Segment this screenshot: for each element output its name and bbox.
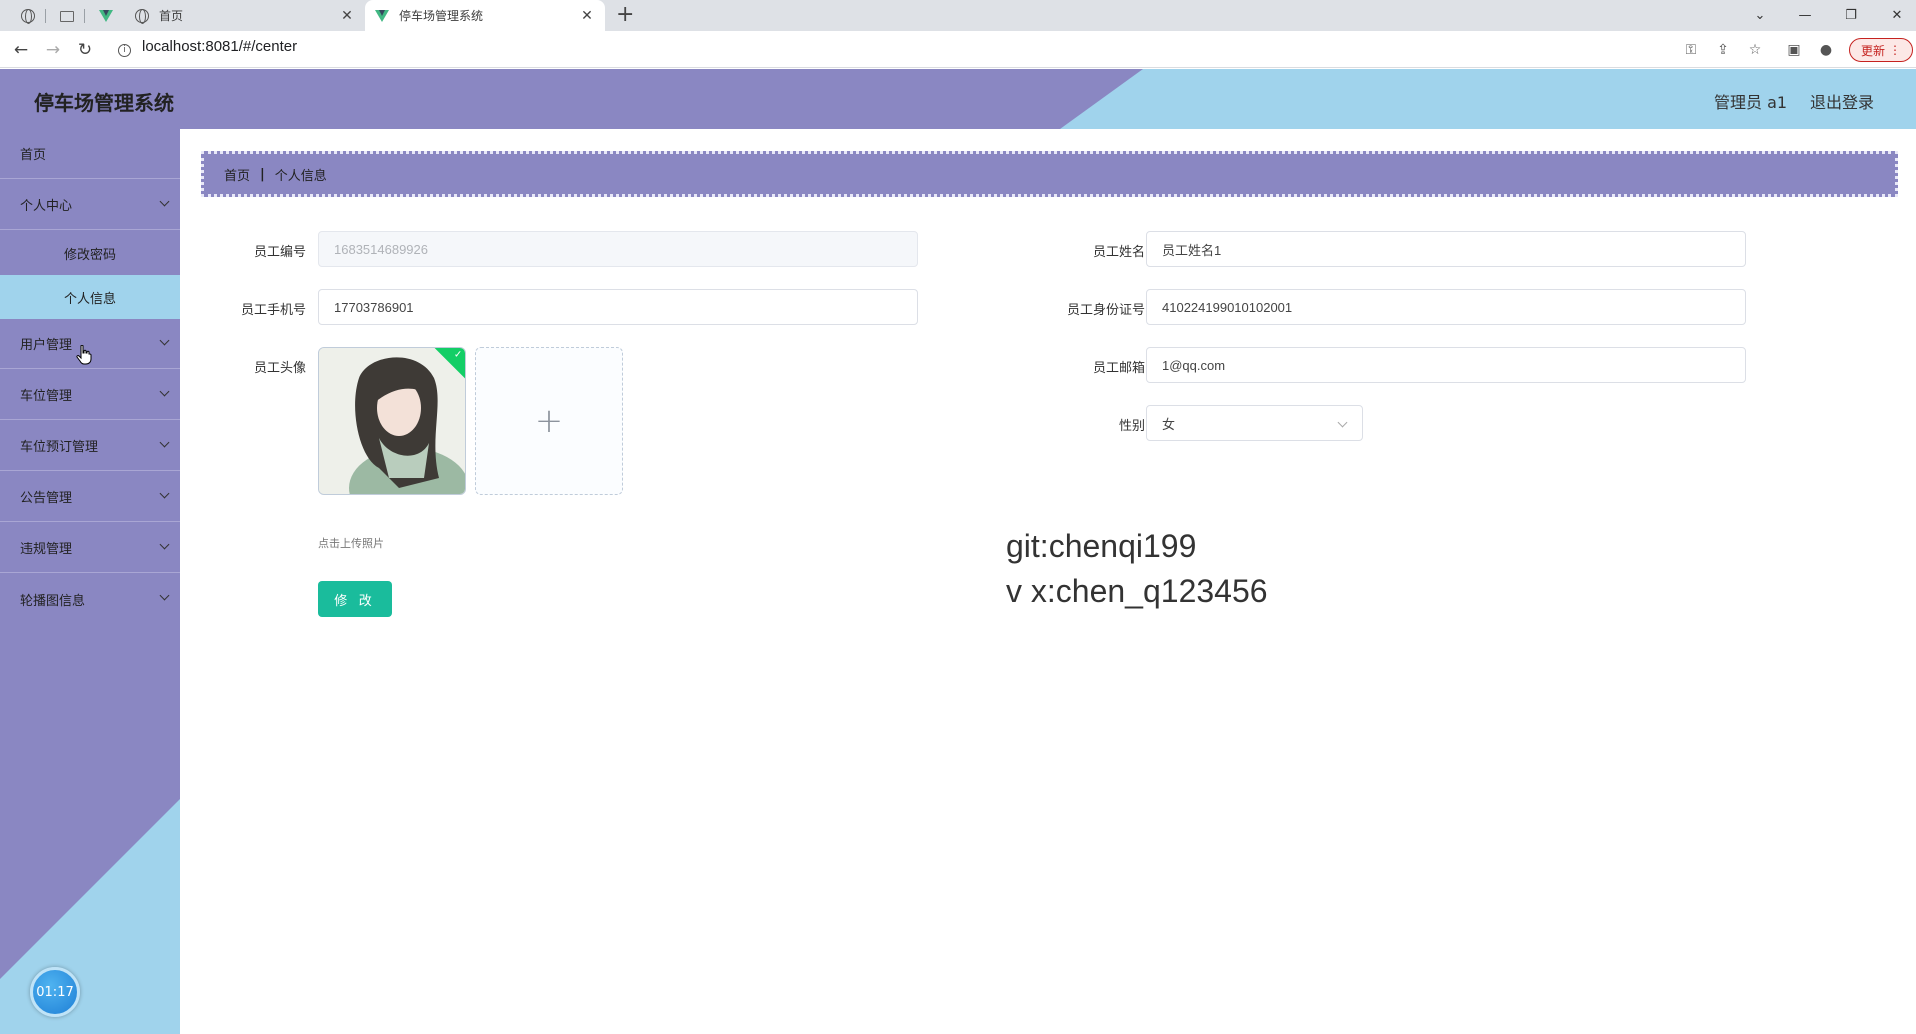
browser-tab-bar: 首页 ✕ 停车场管理系统 ✕ + ⌄ — ❐ ✕ bbox=[0, 0, 1916, 31]
phone-field[interactable]: 17703786901 bbox=[318, 289, 918, 325]
current-user-label: 管理员 a1 bbox=[1714, 93, 1788, 112]
app-header: 停车场管理系统 管理员 a1 退出登录 bbox=[0, 69, 1916, 129]
sidebar-item-label: 公告管理 bbox=[20, 491, 73, 506]
restore-button[interactable]: ❐ bbox=[1828, 0, 1874, 31]
sidebar-item-label: 修改密码 bbox=[63, 247, 116, 263]
chevron-down-icon bbox=[159, 386, 170, 397]
minimize-button[interactable]: — bbox=[1782, 0, 1828, 31]
tab-title: 首页 bbox=[159, 9, 184, 23]
browser-address-bar: ← → ↻ i localhost:8081/#/center ⚿ ⇪ ☆ ▣ … bbox=[0, 31, 1916, 68]
tab-separator bbox=[45, 9, 46, 23]
submit-button[interactable]: 修 改 bbox=[318, 581, 392, 617]
gender-label: 性别 bbox=[1118, 419, 1145, 434]
chevron-down-icon bbox=[1337, 417, 1348, 428]
chevron-down-icon bbox=[159, 437, 170, 448]
phone-label: 员工手机号 bbox=[240, 303, 306, 318]
close-icon[interactable]: ✕ bbox=[579, 8, 595, 24]
close-icon[interactable]: ✕ bbox=[339, 8, 355, 24]
share-icon[interactable]: ⇪ bbox=[1712, 39, 1734, 61]
email-field[interactable]: 1@qq.com bbox=[1146, 347, 1746, 383]
chevron-down-icon bbox=[159, 196, 170, 207]
folder-icon[interactable] bbox=[56, 5, 78, 27]
avatar-label: 员工头像 bbox=[253, 361, 306, 376]
sidebar-item-home[interactable]: 首页 bbox=[0, 129, 180, 179]
browser-tab-active[interactable]: 停车场管理系统 ✕ bbox=[365, 0, 605, 31]
sidebar-item-violation-management[interactable]: 违规管理 bbox=[0, 523, 180, 573]
sidebar-item-label: 首页 bbox=[20, 148, 47, 163]
header-purple-band bbox=[0, 69, 1143, 129]
vue-logo-icon[interactable] bbox=[95, 5, 117, 27]
sidebar-subitem-personal-info[interactable]: 个人信息 bbox=[0, 275, 180, 319]
employee-name-label: 员工姓名 bbox=[1092, 245, 1145, 260]
employee-id-field[interactable]: 1683514689926 bbox=[318, 231, 918, 267]
sidebar-item-label: 用户管理 bbox=[20, 338, 73, 353]
chevron-down-icon bbox=[159, 590, 170, 601]
hand-cursor-icon bbox=[76, 345, 92, 365]
vue-logo-icon bbox=[375, 9, 389, 22]
breadcrumb-current: 个人信息 bbox=[274, 168, 327, 184]
watermark-line-1: git:chenqi199 bbox=[1006, 528, 1197, 564]
logout-link[interactable]: 退出登录 bbox=[1810, 89, 1874, 113]
globe-icon[interactable] bbox=[17, 5, 39, 27]
sidebar-item-carousel-info[interactable]: 轮播图信息 bbox=[0, 574, 180, 624]
url-field[interactable]: localhost:8081/#/center bbox=[142, 38, 297, 55]
upload-tip: 点击上传照片 bbox=[318, 537, 384, 550]
breadcrumb-home[interactable]: 首页 bbox=[224, 165, 250, 184]
sidebar: 首页 个人中心 修改密码 个人信息 用户管理 车位管理 车位预订管理 公告管理 … bbox=[0, 129, 180, 1034]
update-label: 更新 bbox=[1860, 43, 1885, 58]
globe-icon bbox=[135, 8, 149, 24]
sidebar-item-label: 个人中心 bbox=[20, 199, 73, 214]
gender-selected-value: 女 bbox=[1162, 417, 1176, 433]
side-panel-icon[interactable]: ▣ bbox=[1783, 39, 1805, 61]
avatar-illustration bbox=[319, 348, 465, 494]
sidebar-item-label: 轮播图信息 bbox=[20, 593, 86, 609]
sidebar-item-label: 车位预订管理 bbox=[20, 440, 99, 455]
sidebar-item-label: 违规管理 bbox=[20, 542, 73, 557]
update-button[interactable]: 更新 ⋮ bbox=[1849, 38, 1913, 62]
new-tab-button[interactable]: + bbox=[616, 2, 634, 28]
sidebar-item-label: 个人信息 bbox=[63, 291, 116, 307]
breadcrumb: 首页 | 个人信息 bbox=[201, 151, 1898, 197]
reload-icon[interactable]: ↻ bbox=[72, 37, 98, 63]
plus-icon: + bbox=[534, 401, 564, 441]
profile-icon[interactable]: ● bbox=[1815, 39, 1837, 61]
close-window-button[interactable]: ✕ bbox=[1874, 0, 1916, 31]
employee-name-field[interactable]: 员工姓名1 bbox=[1146, 231, 1746, 267]
id-card-field[interactable]: 410224199010102001 bbox=[1146, 289, 1746, 325]
upload-add-button[interactable]: + bbox=[475, 347, 623, 495]
site-info-icon[interactable]: i bbox=[118, 44, 131, 57]
chevron-down-icon bbox=[159, 335, 170, 346]
watermark-line-2: v x:chen_q123456 bbox=[1006, 573, 1268, 609]
chevron-down-icon bbox=[159, 488, 170, 499]
check-icon: ✓ bbox=[453, 349, 463, 361]
tab-search-chevron-icon[interactable]: ⌄ bbox=[1737, 0, 1783, 31]
app-title: 停车场管理系统 bbox=[34, 91, 174, 115]
sidebar-item-personal-center[interactable]: 个人中心 bbox=[0, 180, 180, 230]
forward-arrow-icon[interactable]: → bbox=[40, 37, 66, 63]
tab-title: 停车场管理系统 bbox=[399, 9, 484, 23]
key-icon[interactable]: ⚿ bbox=[1680, 39, 1702, 61]
sidebar-item-reservation-management[interactable]: 车位预订管理 bbox=[0, 421, 180, 471]
tab-separator bbox=[84, 9, 85, 23]
sidebar-subitem-change-password[interactable]: 修改密码 bbox=[0, 231, 180, 275]
sidebar-item-label: 车位管理 bbox=[20, 389, 73, 404]
id-card-label: 员工身份证号 bbox=[1066, 303, 1145, 318]
employee-id-label: 员工编号 bbox=[253, 245, 306, 260]
browser-tab-home[interactable]: 首页 ✕ bbox=[125, 0, 365, 31]
star-icon[interactable]: ☆ bbox=[1744, 39, 1766, 61]
chevron-down-icon bbox=[159, 539, 170, 550]
breadcrumb-separator: | bbox=[260, 166, 265, 182]
sidebar-item-notice-management[interactable]: 公告管理 bbox=[0, 472, 180, 522]
sidebar-item-space-management[interactable]: 车位管理 bbox=[0, 370, 180, 420]
email-label: 员工邮箱 bbox=[1092, 361, 1145, 376]
gender-select[interactable]: 女 bbox=[1146, 405, 1363, 441]
timer-badge: 01:17 bbox=[30, 967, 80, 1017]
back-arrow-icon[interactable]: ← bbox=[8, 37, 34, 63]
avatar-image[interactable]: ✓ bbox=[318, 347, 466, 495]
more-vert-icon: ⋮ bbox=[1889, 43, 1901, 57]
